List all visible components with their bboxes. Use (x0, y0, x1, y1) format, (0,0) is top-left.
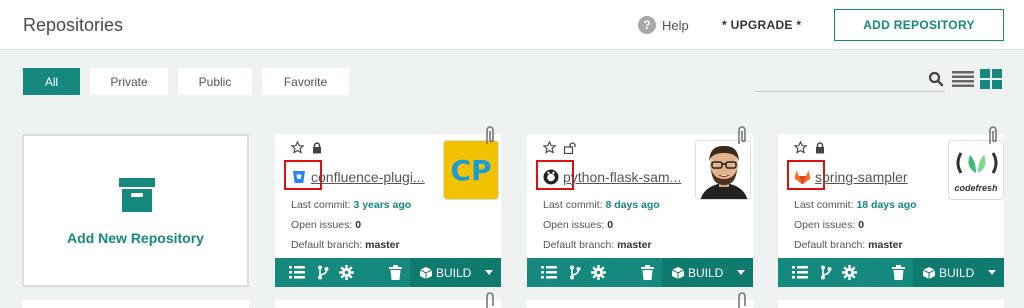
build-button[interactable]: BUILD (662, 258, 753, 287)
list-view-icon[interactable] (952, 71, 974, 87)
user-portrait-image (696, 141, 750, 199)
add-repository-button[interactable]: ADD REPOSITORY (834, 9, 1004, 41)
archive-box-icon (119, 178, 155, 212)
open-issues: Open issues: 0 (794, 219, 865, 231)
star-icon[interactable] (543, 141, 556, 154)
paperclip-icon (486, 126, 494, 144)
help-label: Help (662, 17, 689, 33)
build-button[interactable]: BUILD (913, 258, 1004, 287)
repo-card-footer: BUILD (527, 258, 753, 287)
last-commit: Last commit: 8 days ago (543, 199, 660, 211)
repo-name[interactable]: spring-sampler (815, 169, 908, 185)
avatar-text: CP (450, 153, 492, 187)
filter-public[interactable]: Public (178, 68, 252, 95)
codefresh-logo-icon (956, 152, 998, 174)
unlock-icon (564, 141, 576, 154)
lock-icon (313, 141, 321, 153)
lock-icon (816, 141, 824, 153)
repo-card-partial (527, 300, 753, 308)
filter-tabs: All Private Public Favorite (23, 68, 349, 95)
help-icon: ? (638, 16, 656, 34)
star-icon[interactable] (794, 141, 807, 154)
grid-view-icon[interactable] (980, 69, 1002, 89)
cube-icon (923, 266, 935, 279)
codefresh-logo-text: codefresh (954, 183, 998, 193)
repo-card-footer: BUILD (778, 258, 1004, 287)
branch-icon[interactable] (820, 265, 832, 280)
github-icon (543, 169, 559, 185)
repo-card: python-flask-sam... Last commit: 8 days … (527, 126, 753, 287)
build-label: BUILD (939, 265, 975, 280)
default-branch: Default branch: master (794, 239, 903, 251)
filter-private[interactable]: Private (90, 68, 168, 95)
add-new-repository-card[interactable]: Add New Repository (22, 134, 249, 287)
cube-icon (420, 266, 432, 279)
build-label: BUILD (436, 265, 472, 280)
repo-card: confluence-plugi... Last commit: 3 years… (275, 126, 501, 287)
build-label: BUILD (688, 265, 724, 280)
build-dropdown-caret-icon[interactable] (485, 270, 493, 275)
branch-icon[interactable] (569, 265, 581, 280)
repo-card: spring-sampler Last commit: 18 days ago … (778, 126, 1004, 287)
build-button[interactable]: BUILD (410, 258, 501, 287)
last-commit: Last commit: 3 years ago (291, 199, 412, 211)
repo-card-partial (275, 300, 501, 308)
repo-name[interactable]: python-flask-sam... (563, 169, 681, 185)
repo-card-partial (22, 300, 249, 308)
open-issues: Open issues: 0 (543, 219, 614, 231)
gear-icon[interactable] (591, 265, 606, 280)
trash-icon[interactable] (641, 265, 654, 280)
paperclip-icon (738, 126, 746, 144)
repo-card-footer: BUILD (275, 258, 501, 287)
add-new-repository-label: Add New Repository (67, 230, 204, 246)
trash-icon[interactable] (389, 265, 402, 280)
list-icon[interactable] (541, 265, 557, 279)
paperclip-icon (738, 292, 746, 308)
filter-all[interactable]: All (23, 68, 80, 95)
repo-card-partial (778, 300, 1004, 308)
repo-avatar (695, 140, 751, 200)
build-dropdown-caret-icon[interactable] (737, 270, 745, 275)
repo-avatar: codefresh (948, 140, 1004, 200)
upgrade-link[interactable]: * UPGRADE * (722, 18, 801, 32)
cube-icon (672, 266, 684, 279)
top-bar: Repositories ? Help * UPGRADE * ADD REPO… (0, 0, 1024, 50)
page-title: Repositories (23, 15, 124, 35)
paperclip-icon (989, 126, 997, 144)
star-icon[interactable] (291, 141, 304, 154)
bitbucket-icon (293, 171, 305, 183)
gitlab-icon (794, 170, 811, 185)
open-issues: Open issues: 0 (291, 219, 362, 231)
build-dropdown-caret-icon[interactable] (988, 270, 996, 275)
default-branch: Default branch: master (291, 239, 400, 251)
gear-icon[interactable] (339, 265, 354, 280)
list-icon[interactable] (792, 265, 808, 279)
list-icon[interactable] (289, 265, 305, 279)
search-input[interactable] (755, 91, 945, 92)
search-icon[interactable] (928, 71, 944, 87)
trash-icon[interactable] (892, 265, 905, 280)
last-commit: Last commit: 18 days ago (794, 199, 917, 211)
paperclip-icon (486, 292, 494, 308)
repo-name[interactable]: confluence-plugi... (311, 169, 425, 185)
repo-avatar: CP (443, 140, 499, 200)
branch-icon[interactable] (317, 265, 329, 280)
filter-favorite[interactable]: Favorite (262, 68, 349, 95)
help-link[interactable]: ? Help (638, 16, 689, 34)
default-branch: Default branch: master (543, 239, 652, 251)
gear-icon[interactable] (842, 265, 857, 280)
